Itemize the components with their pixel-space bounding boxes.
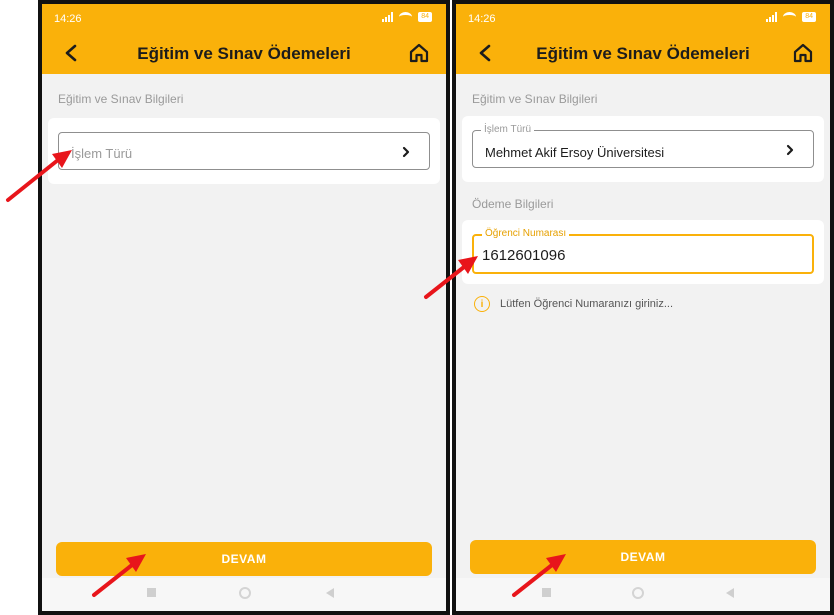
status-icons: 84 [766,12,816,22]
phone-screen-right: 14:26 84 Eğitim ve Sınav Ödemeleri Eğiti… [452,0,834,615]
home-button[interactable] [406,40,432,66]
signal-icon [382,12,394,22]
status-time: 14:26 [468,13,496,25]
chevron-right-icon [397,143,415,161]
red-arrow-icon [512,554,566,597]
phone-screen-left: 14:26 84 Eğitim ve Sınav Ödemeleri Eğiti… [38,0,450,615]
status-icons: 84 [382,12,432,22]
red-arrow-icon [92,554,146,597]
student-number-legend: Öğrenci Numarası [482,228,570,239]
info-message: i Lütfen Öğrenci Numaranızı giriniz... [474,296,673,312]
status-time: 14:26 [54,13,82,25]
signal-icon [766,12,778,22]
battery-icon: 84 [418,12,432,22]
home-icon [793,43,813,63]
battery-icon: 84 [802,12,816,22]
back-nav-button[interactable] [326,588,334,598]
islem-turu-field[interactable]: İşlem Türü Mehmet Akif Ersoy Üniversites… [472,124,814,168]
section-label-education: Eğitim ve Sınav Bilgileri [472,92,598,106]
app-bar: 14:26 84 Eğitim ve Sınav Ödemeleri [456,4,830,74]
app-bar: 14:26 84 Eğitim ve Sınav Ödemeleri [42,4,446,74]
wifi-icon [783,12,797,22]
section-label-education: Eğitim ve Sınav Bilgileri [58,92,184,106]
page-title: Eğitim ve Sınav Ödemeleri [137,44,351,63]
red-arrow-icon [6,150,72,202]
home-nav-button[interactable] [632,587,644,599]
chevron-right-icon [781,141,799,159]
info-text: Lütfen Öğrenci Numaranızı giriniz... [500,298,674,310]
student-number-value: 1612601096 [482,247,566,264]
payment-card: Öğrenci Numarası 1612601096 [462,220,824,284]
education-card: İşlem Türü [48,118,440,184]
home-nav-button[interactable] [239,587,251,599]
student-number-input[interactable]: Öğrenci Numarası 1612601096 [472,228,814,274]
home-button[interactable] [790,40,816,66]
islem-turu-value: Mehmet Akif Ersoy Üniversitesi [485,145,665,160]
section-label-payment: Ödeme Bilgileri [472,197,554,211]
education-card: İşlem Türü Mehmet Akif Ersoy Üniversites… [462,116,824,182]
page-title: Eğitim ve Sınav Ödemeleri [536,44,750,63]
back-nav-button[interactable] [726,588,734,598]
islem-turu-field[interactable]: İşlem Türü [58,132,430,170]
wifi-icon [399,12,413,22]
red-arrow-icon [424,256,478,299]
islem-turu-legend: İşlem Türü [481,124,535,135]
home-icon [409,43,429,63]
